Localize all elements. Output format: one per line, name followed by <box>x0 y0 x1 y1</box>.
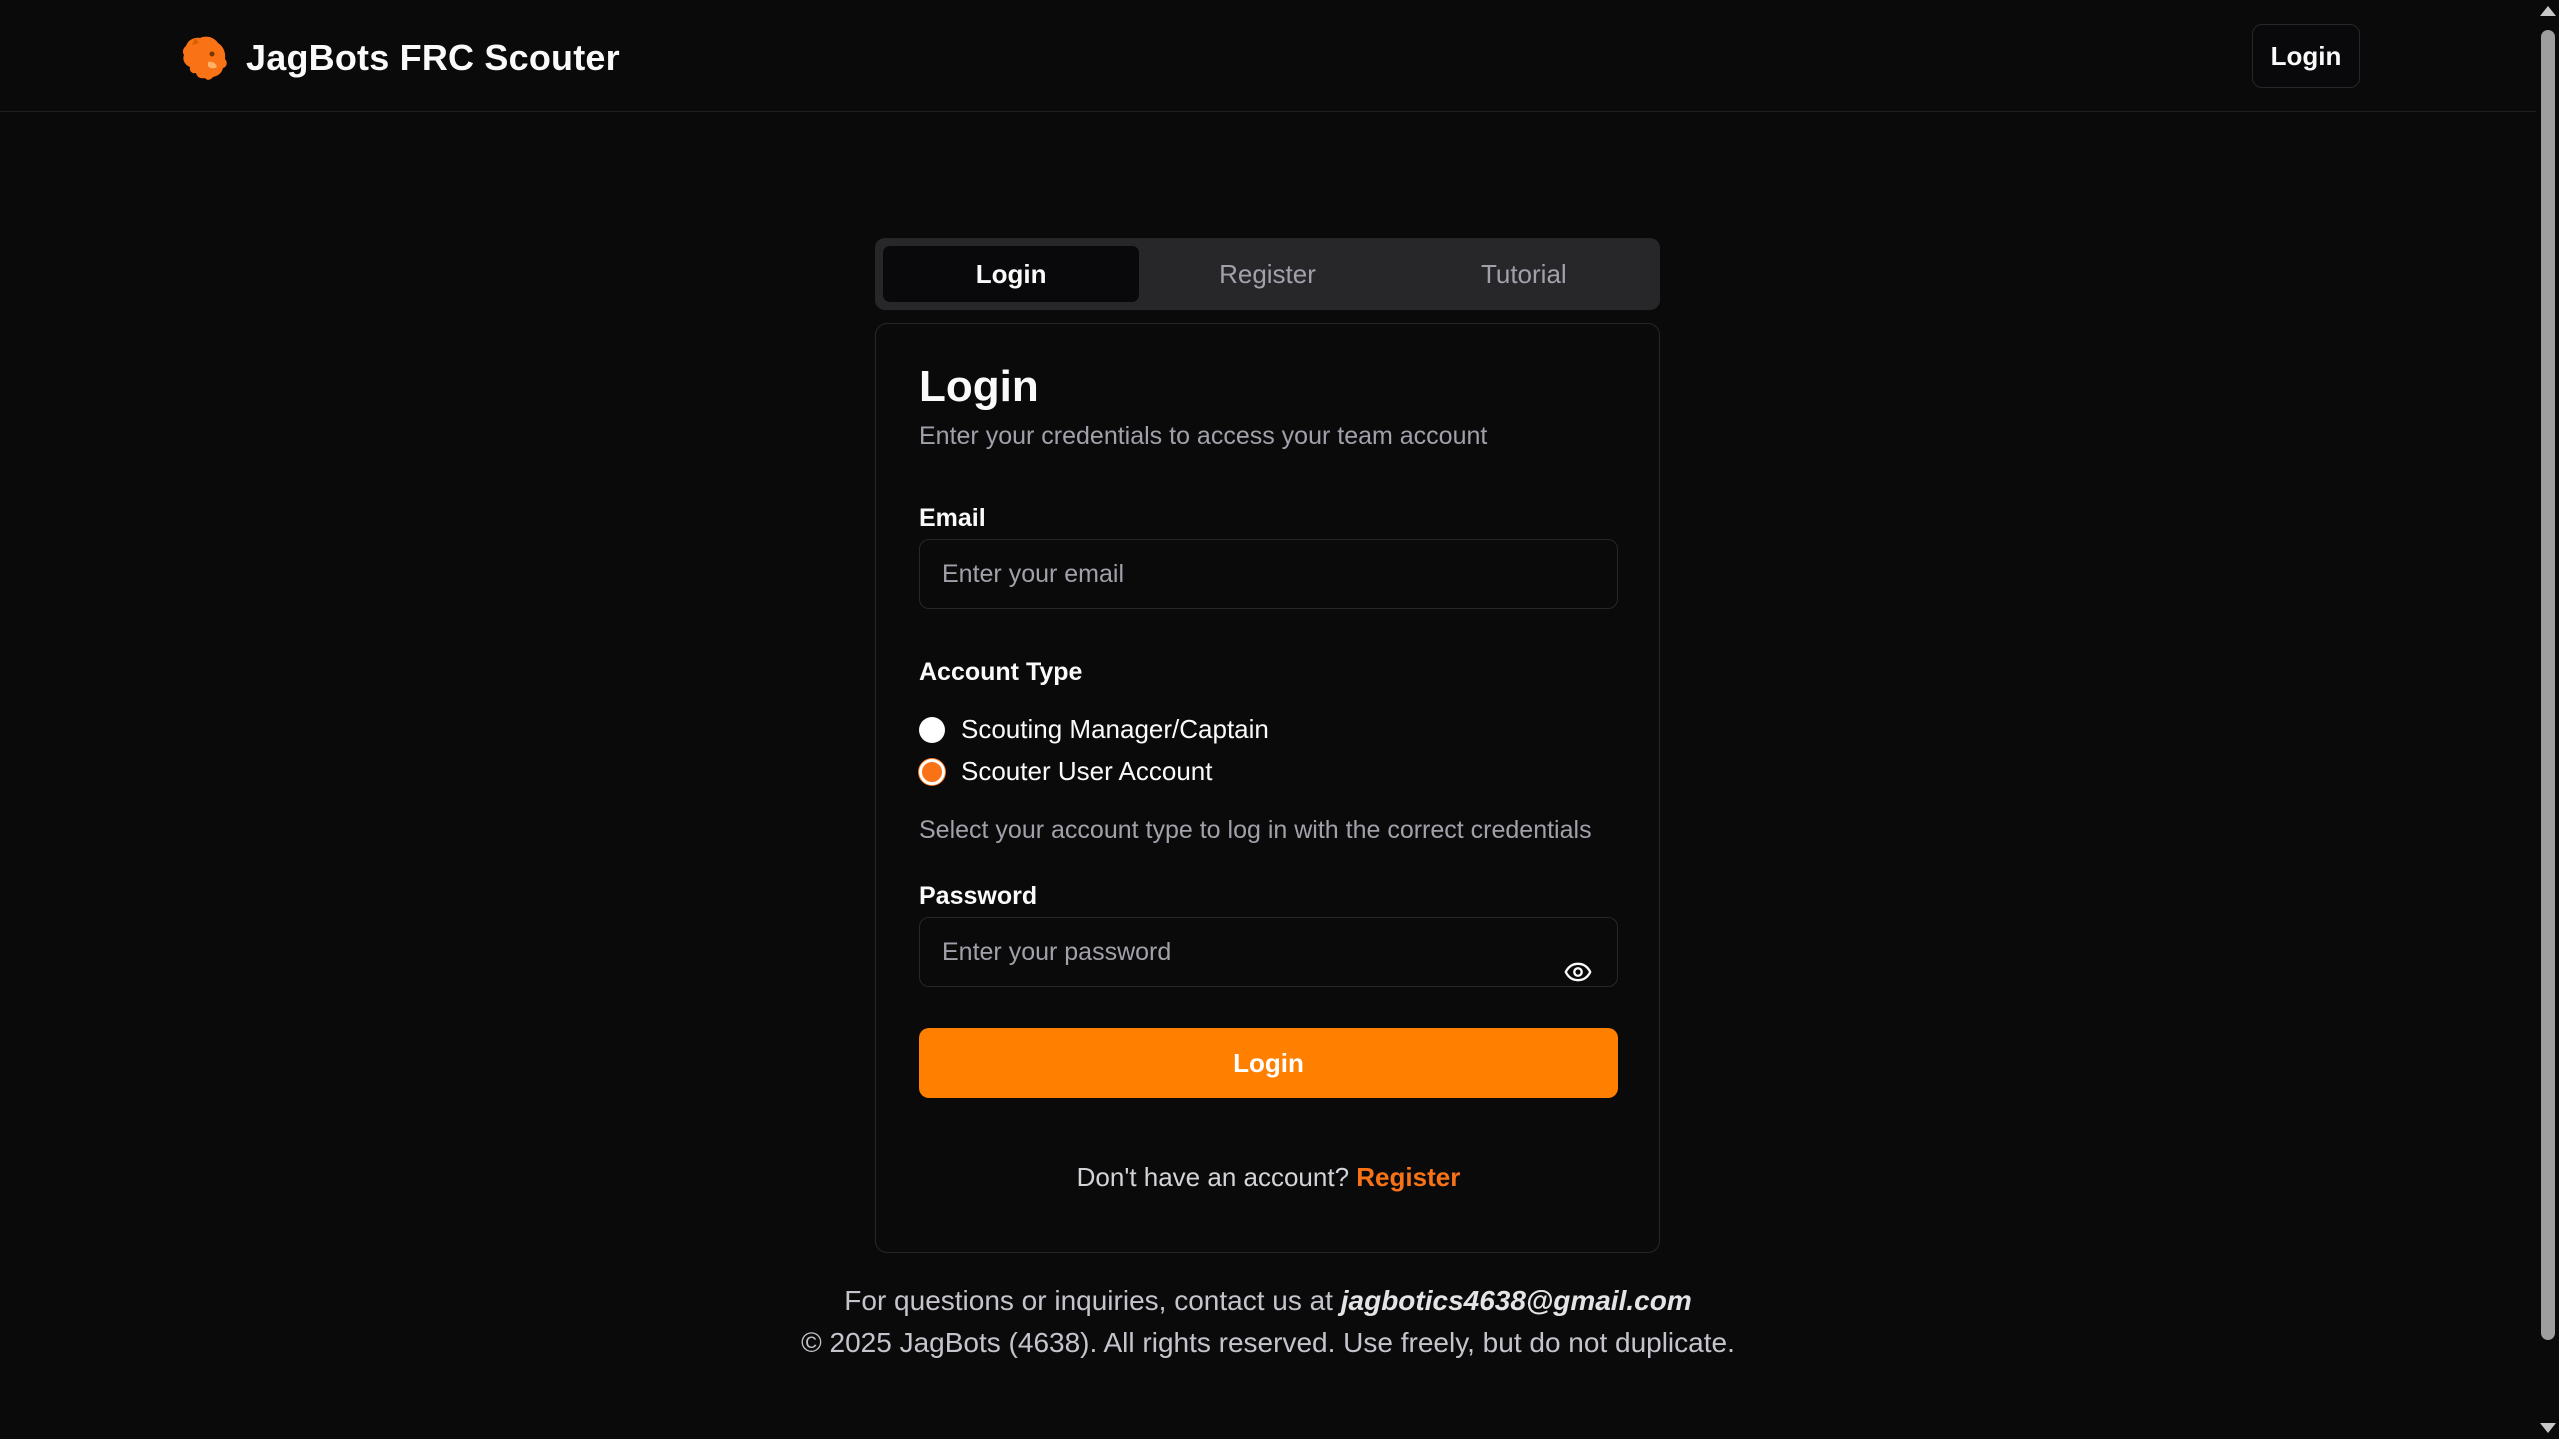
footer-copyright: © 2025 JagBots (4638). All rights reserv… <box>801 1327 1735 1358</box>
tab-tutorial[interactable]: Tutorial <box>1396 246 1652 302</box>
scroll-down-icon[interactable] <box>2540 1423 2556 1433</box>
no-account-text: Don't have an account? <box>1076 1162 1350 1192</box>
tab-register[interactable]: Register <box>1139 246 1395 302</box>
jaguar-head-icon <box>182 36 227 80</box>
register-prompt: Don't have an account? Register <box>876 1162 1661 1193</box>
app-title: JagBots FRC Scouter <box>246 37 620 78</box>
radio-label-manager: Scouting Manager/Captain <box>961 714 1269 744</box>
tab-login[interactable]: Login <box>883 246 1140 302</box>
top-navbar: JagBots FRC Scouter Login <box>0 0 2536 112</box>
radio-unchecked-icon[interactable] <box>919 716 945 743</box>
login-card: Login Enter your credentials to access y… <box>875 323 1660 1253</box>
email-label: Email <box>919 504 986 532</box>
vertical-scrollbar[interactable] <box>2536 0 2559 1439</box>
radio-option-manager[interactable]: Scouting Manager/Captain <box>919 714 1269 745</box>
card-subtitle: Enter your credentials to access your te… <box>919 422 1488 450</box>
password-label: Password <box>919 882 1038 910</box>
page: JagBots FRC Scouter Login Login Register… <box>0 0 2536 1439</box>
radio-checked-icon[interactable] <box>919 758 945 785</box>
register-link[interactable]: Register <box>1356 1162 1460 1192</box>
login-submit-button[interactable]: Login <box>919 1028 1618 1098</box>
scroll-thumb[interactable] <box>2541 30 2555 1340</box>
show-password-button[interactable] <box>1556 950 1600 994</box>
email-input[interactable] <box>919 539 1618 609</box>
password-input[interactable] <box>919 917 1618 987</box>
account-type-helper: Select your account type to log in with … <box>919 816 1592 844</box>
auth-tabs: Login Register Tutorial <box>875 238 1660 310</box>
footer-email-link[interactable]: jagbotics4638@gmail.com <box>1341 1285 1692 1316</box>
scroll-up-icon[interactable] <box>2540 6 2556 16</box>
brand[interactable]: JagBots FRC Scouter <box>178 30 620 86</box>
radio-option-scouter[interactable]: Scouter User Account <box>919 756 1212 787</box>
radio-label-scouter: Scouter User Account <box>961 756 1213 786</box>
eye-icon <box>1564 962 1592 982</box>
footer-contact: For questions or inquiries, contact us a… <box>0 1285 2536 1317</box>
card-title: Login <box>919 362 1039 411</box>
footer-contact-text: For questions or inquiries, contact us a… <box>844 1285 1333 1316</box>
account-type-label: Account Type <box>919 658 1083 686</box>
header-login-button[interactable]: Login <box>2252 24 2360 88</box>
